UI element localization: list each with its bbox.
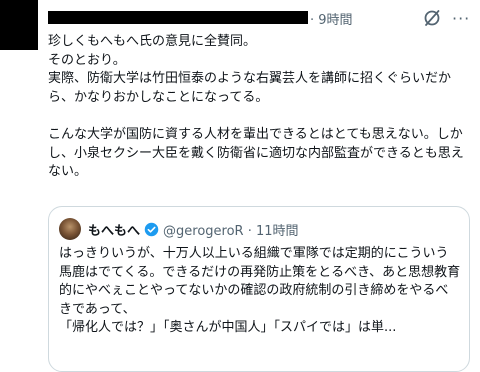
slashed-circle-icon[interactable] (422, 8, 442, 28)
post-timestamp[interactable]: · 9時間 (310, 9, 353, 28)
redacted-avatar[interactable] (0, 0, 38, 50)
quoted-post-text: はっきりいうが、十万人以上いる組織で軍隊では定期的にこういう馬鹿はでてくる。でき… (59, 246, 461, 336)
ellipsis-icon[interactable]: ··· (452, 9, 470, 28)
quoted-author-name[interactable]: もへもへ (88, 220, 140, 239)
post-header: · 9時間 ··· (48, 8, 472, 28)
quoted-post-header: もへもへ @gerogeroR · 11時間 (59, 218, 299, 240)
quoted-avatar[interactable] (59, 218, 81, 240)
quoted-post[interactable]: もへもへ @gerogeroR · 11時間 はっきりいうが、十万人以上いる組織… (48, 206, 470, 372)
redacted-author-name[interactable] (48, 11, 308, 24)
verified-badge-icon (144, 222, 159, 236)
post-text: 珍しくもへもへ氏の意見に全賛同。 そのとおり。 実際、防衛大学は竹田恒泰のような… (48, 34, 464, 180)
quoted-handle-time[interactable]: @gerogeroR · 11時間 (163, 220, 299, 239)
